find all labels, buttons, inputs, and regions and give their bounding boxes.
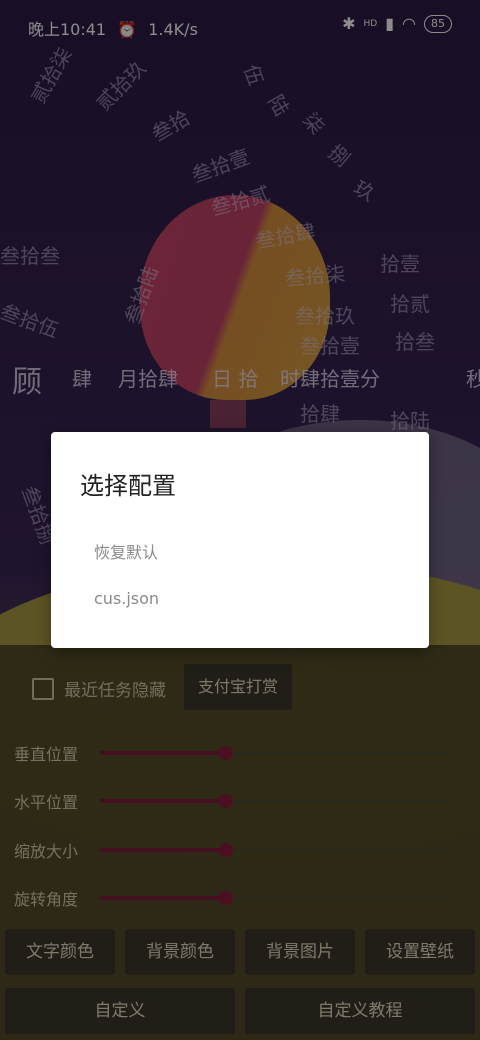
dialog-title: 选择配置 bbox=[80, 472, 176, 500]
restore-default-option[interactable]: 恢复默认 bbox=[94, 539, 158, 563]
cus-json-option[interactable]: cus.json bbox=[94, 589, 159, 608]
select-config-dialog: 选择配置 恢复默认 cus.json bbox=[51, 432, 429, 648]
